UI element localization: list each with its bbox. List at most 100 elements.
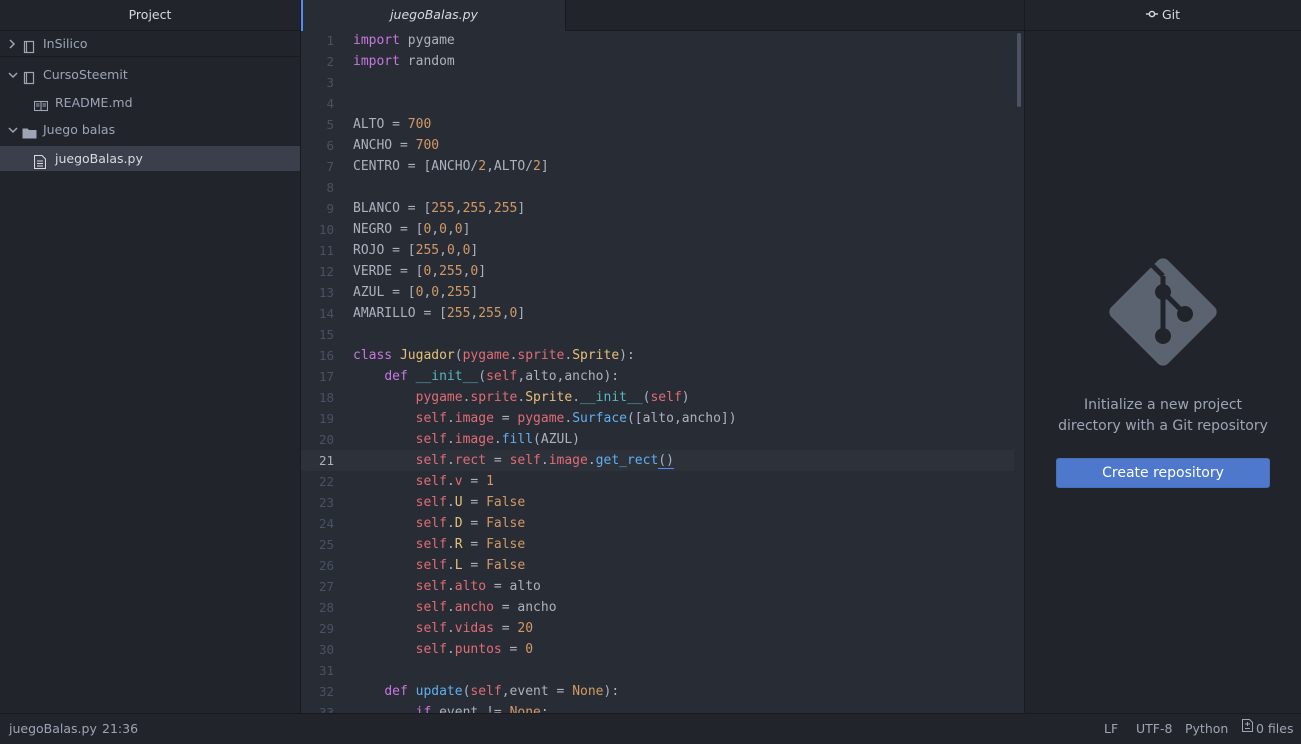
- editor-scrollbar[interactable]: [1017, 33, 1021, 107]
- code-text: self.D = False: [415, 516, 526, 531]
- code-text: AMARILLO = [255,255,0]: [353, 306, 526, 321]
- line-number: 27: [318, 579, 334, 594]
- line-number: 14: [318, 306, 334, 321]
- create-repository-button[interactable]: Create repository: [1056, 458, 1270, 488]
- code-area[interactable]: 1 import pygame 2 import random 3 4 5 ALTO = 70…: [301, 30, 1024, 713]
- chevron-down-icon[interactable]: [6, 62, 18, 87]
- line-number: 2: [326, 54, 334, 69]
- code-line[interactable]: 29 self.vidas = 20: [301, 618, 1014, 639]
- status-cursor-position[interactable]: 21:36: [102, 714, 138, 744]
- code-text: NEGRO = [0,0,0]: [353, 222, 471, 237]
- code-line[interactable]: 33 if event != None:: [301, 702, 1014, 713]
- code-editor[interactable]: juegoBalas.py 1 import pygame 2 import rand…: [301, 0, 1024, 713]
- code-line[interactable]: 17 def __init__(self,alto,ancho):: [301, 366, 1014, 387]
- line-number: 30: [318, 642, 334, 657]
- code-line[interactable]: 30 self.puntos = 0: [301, 639, 1014, 660]
- code-line[interactable]: 12 VERDE = [0,255,0]: [301, 261, 1014, 282]
- git-commit-icon: [1145, 0, 1158, 29]
- code-line[interactable]: 3: [301, 72, 1014, 93]
- tree-item-juego-balas[interactable]: Juego balas: [0, 117, 300, 142]
- code-line[interactable]: 26 self.L = False: [301, 555, 1014, 576]
- line-number: 16: [318, 348, 334, 363]
- code-line[interactable]: 28 self.ancho = ancho: [301, 597, 1014, 618]
- git-panel-header[interactable]: Git: [1025, 0, 1301, 31]
- code-line[interactable]: 24 self.D = False: [301, 513, 1014, 534]
- file-diff-icon: [1242, 713, 1253, 743]
- code-text: self.v = 1: [415, 474, 494, 489]
- status-encoding[interactable]: UTF-8: [1136, 714, 1172, 744]
- code-line[interactable]: 4: [301, 93, 1014, 114]
- code-line[interactable]: 11 ROJO = [255,0,0]: [301, 240, 1014, 261]
- code-text: import random: [353, 54, 455, 69]
- code-text: self.image = pygame.Surface([alto,ancho]…: [415, 411, 737, 426]
- line-number: 9: [326, 201, 334, 216]
- code-line[interactable]: 2 import random: [301, 51, 1014, 72]
- project-tree-panel: Project InSilico CursoSteemit README.md: [0, 0, 301, 713]
- code-line[interactable]: 19 self.image = pygame.Surface([alto,anc…: [301, 408, 1014, 429]
- code-line[interactable]: 23 self.U = False: [301, 492, 1014, 513]
- line-number: 24: [318, 516, 334, 531]
- tree-item-label: InSilico: [43, 36, 88, 51]
- tree-item-label: README.md: [55, 95, 133, 110]
- code-line[interactable]: 22 self.v = 1: [301, 471, 1014, 492]
- status-files-count: 0 files: [1256, 721, 1294, 736]
- code-line[interactable]: 5 ALTO = 700: [301, 114, 1014, 135]
- code-text: def __init__(self,alto,ancho):: [384, 369, 620, 384]
- chevron-right-icon[interactable]: [6, 31, 18, 56]
- status-file-name[interactable]: juegoBalas.py: [9, 714, 97, 744]
- tree-item-cursosteemit[interactable]: CursoSteemit: [0, 62, 300, 87]
- code-line[interactable]: 1 import pygame: [301, 30, 1014, 51]
- status-line-ending[interactable]: LF: [1104, 714, 1118, 744]
- file-icon: [33, 152, 48, 170]
- tab-juegobalas-py[interactable]: juegoBalas.py: [301, 0, 565, 31]
- line-number: 8: [326, 180, 334, 195]
- line-number: 23: [318, 495, 334, 510]
- code-text: CENTRO = [ANCHO/2,ALTO/2]: [353, 159, 549, 174]
- line-number: 33: [318, 705, 334, 713]
- tree-item-readme[interactable]: README.md: [0, 90, 300, 115]
- git-init-message: Initialize a new project directory with …: [1025, 395, 1301, 437]
- status-grammar[interactable]: Python: [1185, 714, 1228, 744]
- code-line[interactable]: 9 BLANCO = [255,255,255]: [301, 198, 1014, 219]
- chevron-down-icon[interactable]: [6, 117, 18, 142]
- tree-item-insilico[interactable]: InSilico: [0, 31, 300, 57]
- code-text: self.ancho = ancho: [415, 600, 557, 615]
- git-message-line: directory with a Git repository: [1058, 418, 1268, 434]
- line-number: 15: [318, 327, 334, 342]
- code-line[interactable]: 25 self.R = False: [301, 534, 1014, 555]
- repo-icon: [22, 37, 36, 54]
- line-number: 22: [318, 474, 334, 489]
- code-text: ANCHO = 700: [353, 138, 440, 153]
- code-line[interactable]: 7 CENTRO = [ANCHO/2,ALTO/2]: [301, 156, 1014, 177]
- line-number: 13: [318, 285, 334, 300]
- repo-icon: [22, 68, 36, 85]
- line-number: 28: [318, 600, 334, 615]
- code-line[interactable]: 31: [301, 660, 1014, 681]
- code-line[interactable]: 15: [301, 324, 1014, 345]
- code-line[interactable]: 8: [301, 177, 1014, 198]
- code-line[interactable]: 20 self.image.fill(AZUL): [301, 429, 1014, 450]
- code-line[interactable]: 21 self.rect = self.image.get_rect(): [301, 450, 1014, 471]
- code-line[interactable]: 16 class Jugador(pygame.sprite.Sprite):: [301, 345, 1014, 366]
- code-line[interactable]: 32 def update(self,event = None):: [301, 681, 1014, 702]
- code-line[interactable]: 10 NEGRO = [0,0,0]: [301, 219, 1014, 240]
- code-line[interactable]: 6 ANCHO = 700: [301, 135, 1014, 156]
- code-text: self.R = False: [415, 537, 526, 552]
- code-text: AZUL = [0,0,255]: [353, 285, 479, 300]
- code-text: self.U = False: [415, 495, 526, 510]
- line-number: 4: [326, 96, 334, 111]
- line-number: 21: [318, 453, 334, 468]
- code-line[interactable]: 13 AZUL = [0,0,255]: [301, 282, 1014, 303]
- code-line[interactable]: 14 AMARILLO = [255,255,0]: [301, 303, 1014, 324]
- code-line[interactable]: 18 pygame.sprite.Sprite.__init__(self): [301, 387, 1014, 408]
- code-line[interactable]: 27 self.alto = alto: [301, 576, 1014, 597]
- code-text: def update(self,event = None):: [384, 684, 620, 699]
- tree-item-juegobalas-py[interactable]: juegoBalas.py: [0, 146, 300, 171]
- line-number: 31: [318, 663, 334, 678]
- code-text: import pygame: [353, 33, 455, 48]
- git-panel-title: Git: [1161, 7, 1181, 22]
- status-git-files[interactable]: 0 files: [1242, 714, 1293, 744]
- line-number: 32: [318, 684, 334, 699]
- tree-item-label: juegoBalas.py: [55, 151, 143, 166]
- code-text: BLANCO = [255,255,255]: [353, 201, 526, 216]
